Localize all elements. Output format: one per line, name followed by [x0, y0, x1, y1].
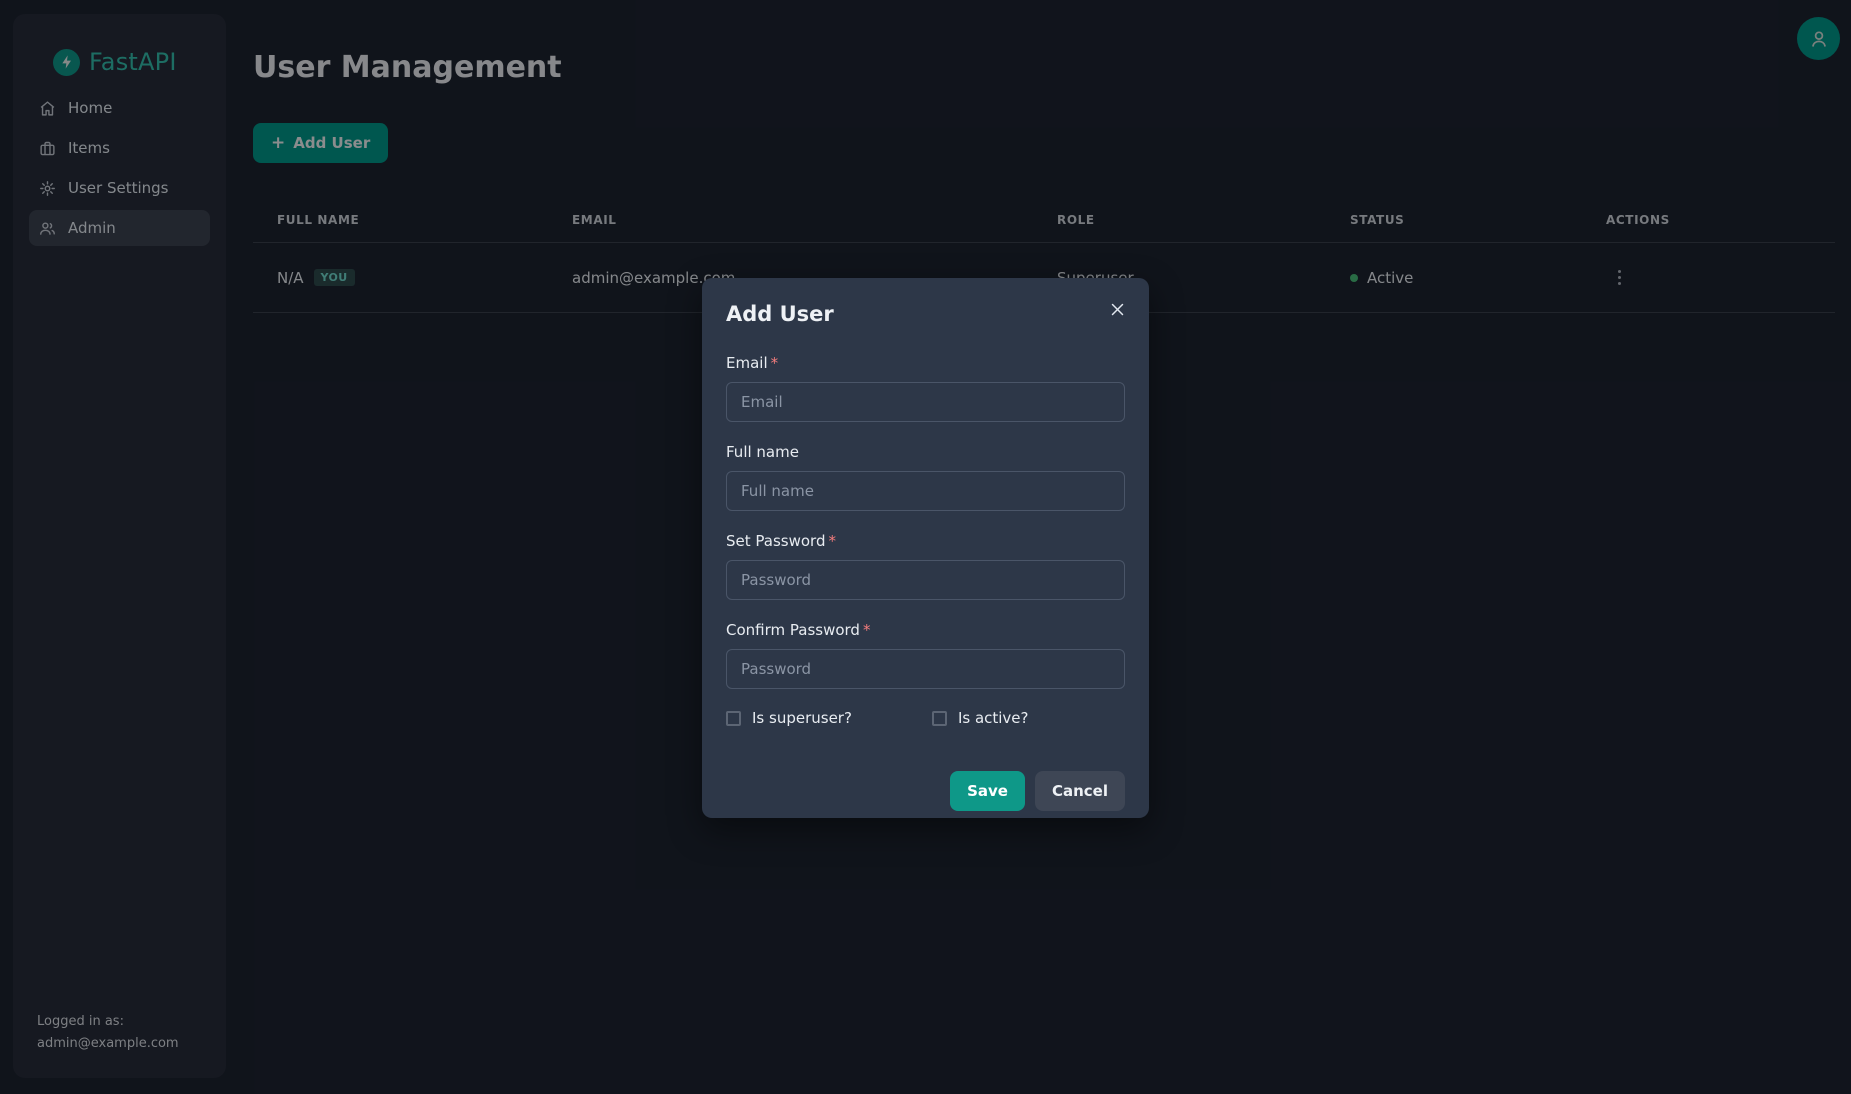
set-password-field-group: Set Password*: [726, 532, 1125, 600]
confirm-password-label: Confirm Password*: [726, 621, 1125, 639]
app-window: FastAPI Home Items User Settings: [0, 0, 1851, 1094]
modal-title: Add User: [726, 298, 834, 326]
full-name-field[interactable]: [726, 471, 1125, 511]
email-field[interactable]: [726, 382, 1125, 422]
close-icon[interactable]: [1104, 296, 1131, 323]
is-active-checkbox[interactable]: [932, 711, 947, 726]
email-label: Email*: [726, 354, 1125, 372]
is-active-label: Is active?: [958, 709, 1029, 727]
full-name-field-group: Full name: [726, 443, 1125, 511]
email-field-group: Email*: [726, 354, 1125, 422]
save-button[interactable]: Save: [950, 771, 1025, 811]
cancel-button[interactable]: Cancel: [1035, 771, 1125, 811]
confirm-password-field-group: Confirm Password*: [726, 621, 1125, 689]
is-active-checkbox-group: Is active?: [932, 709, 1029, 727]
is-superuser-checkbox[interactable]: [726, 711, 741, 726]
required-asterisk: *: [828, 532, 836, 550]
is-superuser-checkbox-group: Is superuser?: [726, 709, 852, 727]
required-asterisk: *: [863, 621, 871, 639]
full-name-label: Full name: [726, 443, 1125, 461]
modal-footer: Save Cancel: [726, 771, 1125, 811]
is-superuser-label: Is superuser?: [752, 709, 852, 727]
add-user-modal: Add User Email* Full name Set Password*: [702, 278, 1149, 818]
set-password-label: Set Password*: [726, 532, 1125, 550]
set-password-field[interactable]: [726, 560, 1125, 600]
confirm-password-field[interactable]: [726, 649, 1125, 689]
required-asterisk: *: [771, 354, 779, 372]
checkbox-row: Is superuser? Is active?: [726, 709, 1125, 727]
